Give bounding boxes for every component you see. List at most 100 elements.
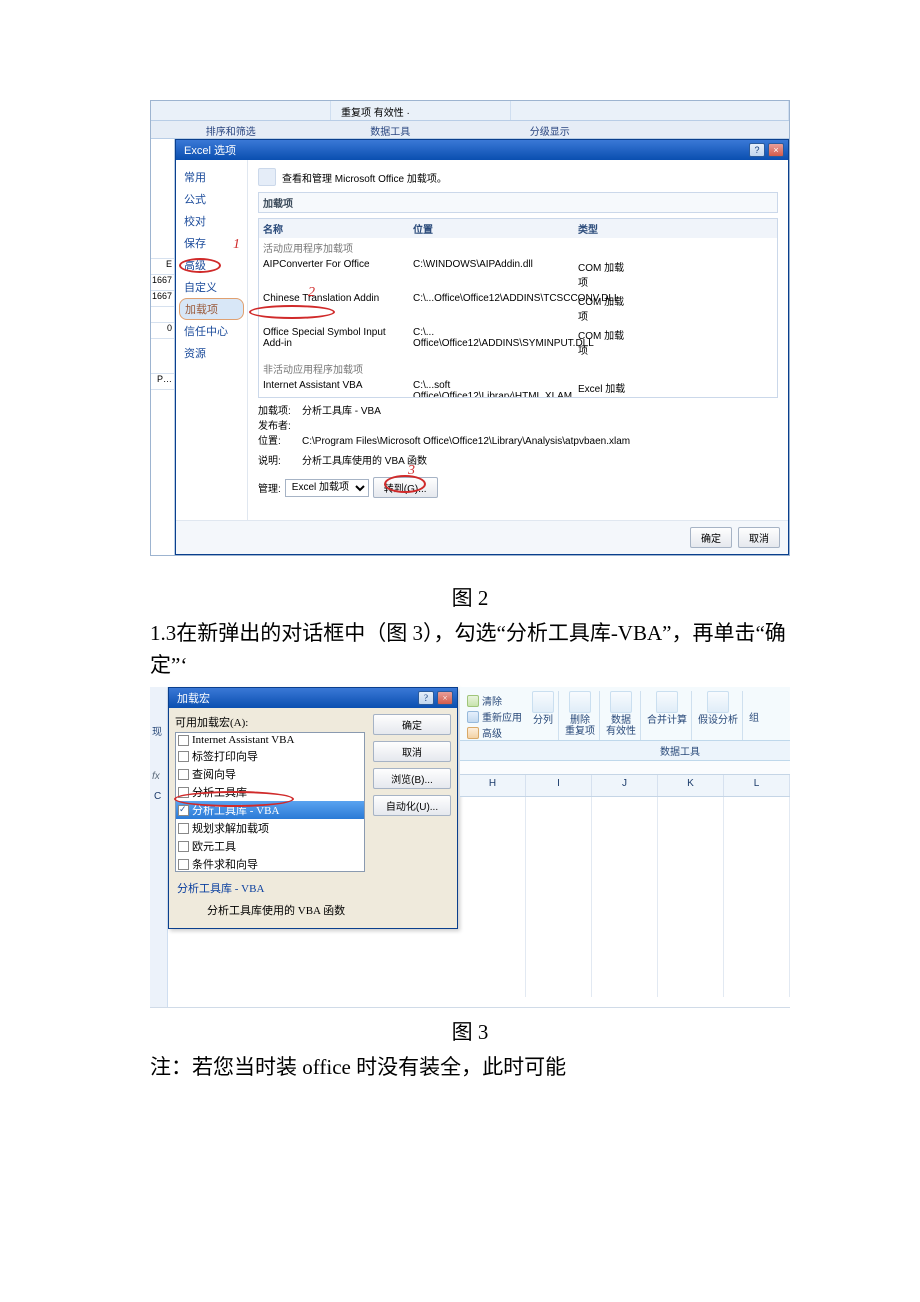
info-loc-val: C:\Program Files\Microsoft Office\Office… (302, 436, 630, 447)
row-g1-2-name[interactable]: Office Special Symbol Input Add-in (259, 325, 409, 359)
gh-k[interactable]: K (658, 775, 724, 796)
consolidate-icon[interactable] (656, 691, 678, 713)
nav-item-8[interactable]: 资源 (176, 342, 247, 364)
row-g1-1-type: COM 加载项 (574, 291, 634, 325)
row-g2-0-name[interactable]: Internet Assistant VBA (259, 378, 409, 398)
ribbon-tab-sort[interactable]: 排序和筛选 (151, 121, 311, 138)
sheet-row3 (151, 307, 174, 323)
fx-icon[interactable]: fx (152, 771, 160, 782)
tool-0[interactable]: 分列 (533, 715, 553, 726)
view-icon (258, 168, 276, 186)
note-text: 注：若您当时装 office 时没有装全，此时可能 (150, 1052, 790, 1084)
gh-j[interactable]: J (592, 775, 658, 796)
reapply-icon[interactable] (467, 711, 479, 723)
item-5[interactable]: 规划求解加载项 (192, 820, 269, 836)
nav-item-1[interactable]: 公式 (176, 188, 247, 210)
dlg2-title-bar[interactable]: 加载宏 ? × (169, 688, 457, 708)
row-g1-0-name[interactable]: AIPConverter For Office (259, 257, 409, 291)
tool-3[interactable]: 合并计算 (647, 715, 687, 726)
item-0[interactable]: Internet Assistant VBA (192, 734, 294, 746)
row-g1-0-type: COM 加载项 (574, 257, 634, 291)
ok-button[interactable]: 确定 (690, 527, 732, 548)
red-annot-1: 1 (233, 237, 240, 253)
ribbon-top-text: 重复项 有效性 · (331, 101, 511, 120)
dialog-title-bar[interactable]: Excel 选项 ? × (176, 140, 788, 160)
col-hdr-type: 类型 (574, 219, 634, 238)
datavalid-icon[interactable] (610, 691, 632, 713)
chk-0[interactable] (178, 735, 189, 746)
red-annot-2: 2 (308, 285, 315, 301)
help-button[interactable]: ? (418, 691, 434, 705)
nav-item-7[interactable]: 信任中心 (176, 320, 247, 342)
help-button[interactable]: ? (749, 143, 765, 157)
gh-l[interactable]: L (724, 775, 790, 796)
dlg2-automation-button[interactable]: 自动化(U)... (373, 795, 451, 816)
red-oval-1 (179, 258, 221, 273)
dlg2-ok-button[interactable]: 确定 (373, 714, 451, 735)
info-addin-lbl: 加载项: (258, 404, 302, 419)
manage-label: 管理: (258, 480, 281, 495)
sheet-row0: E (151, 259, 174, 275)
close-button[interactable]: × (768, 143, 784, 157)
cancel-button[interactable]: 取消 (738, 527, 780, 548)
ribbon-tab-datatools[interactable]: 数据工具 (311, 121, 471, 138)
dlg2-browse-button[interactable]: 浏览(B)... (373, 768, 451, 789)
tool-4[interactable]: 假设分析 (698, 715, 738, 726)
dialog-title: Excel 选项 (184, 142, 236, 158)
left-label: 现 (152, 723, 162, 738)
chk-6[interactable] (178, 841, 189, 852)
fig1-caption: 图 2 (150, 582, 790, 612)
sheet-row1: 1667 (151, 275, 174, 291)
dlg2-cancel-button[interactable]: 取消 (373, 741, 451, 762)
item-7[interactable]: 条件求和向导 (192, 856, 258, 872)
tool-1[interactable]: 删除 重复项 (565, 715, 595, 737)
whatif-icon[interactable] (707, 691, 729, 713)
group2-label: 非活动应用程序加载项 (259, 359, 409, 378)
chk-1[interactable] (178, 751, 189, 762)
nav-item-2[interactable]: 校对 (176, 210, 247, 232)
row-g1-2-type: COM 加载项 (574, 325, 634, 359)
ribbon-group-label: 数据工具 (550, 747, 700, 758)
stack-0[interactable]: 清除 (482, 693, 502, 708)
item-6[interactable]: 欧元工具 (192, 838, 236, 854)
item-2[interactable]: 查阅向导 (192, 766, 236, 782)
gh-i[interactable]: I (526, 775, 592, 796)
ribbon-tab-outline[interactable]: 分级显示 (470, 121, 630, 138)
desc-title: 分析工具库 - VBA (177, 880, 449, 896)
nav-item-0[interactable]: 常用 (176, 166, 247, 188)
list-label: 可用加载宏(A): (175, 714, 365, 730)
item-1[interactable]: 标签打印向导 (192, 748, 258, 764)
clear-icon[interactable] (467, 695, 479, 707)
red-oval-3 (384, 475, 426, 493)
chk-4[interactable] (178, 805, 189, 816)
sheet-row4: 0 (151, 323, 174, 339)
stack-1[interactable]: 重新应用 (482, 709, 522, 724)
tool-last[interactable]: 组 (749, 713, 759, 724)
sheet-row2: 1667 (151, 291, 174, 307)
row-g2-0-loc: C:\...soft Office\Office12\Library\HTML.… (409, 378, 574, 398)
addins-checklist[interactable]: Internet Assistant VBA 标签打印向导 查阅向导 分析工具库… (175, 732, 365, 872)
nav-item-addins[interactable]: 加载项 (179, 298, 244, 320)
chk-5[interactable] (178, 823, 189, 834)
manage-select[interactable]: Excel 加载项 (285, 479, 369, 497)
texttocols-icon[interactable] (532, 691, 554, 713)
gh-h[interactable]: H (460, 775, 526, 796)
tool-2[interactable]: 数据 有效性 (606, 715, 636, 737)
info-desc-lbl: 说明: (258, 454, 302, 469)
chk-7[interactable] (178, 859, 189, 870)
fig1-screenshot: 重复项 有效性 · 排序和筛选 数据工具 分级显示 R S T E 1667 1… (150, 100, 790, 556)
col-c-label: C (154, 791, 161, 802)
stack-2[interactable]: 高级 (482, 725, 502, 740)
removedupes-icon[interactable] (569, 691, 591, 713)
info-pub-lbl: 发布者: (258, 419, 302, 434)
nav-item-5[interactable]: 自定义 (176, 276, 247, 298)
row-g1-1-loc: C:\...Office\Office12\ADDINS\TCSCCONV.DL… (409, 291, 574, 325)
addins-list[interactable]: 名称 位置 类型 活动应用程序加载项 AIPConverter For Offi… (258, 218, 778, 398)
paragraph-1-3: 1.3在新弹出的对话框中（图 3），勾选“分析工具库-VBA”，再单击“确定”‘ (150, 618, 790, 681)
row-g1-0-loc: C:\WINDOWS\AIPAddin.dll (409, 257, 574, 291)
close-button[interactable]: × (437, 691, 453, 705)
advanced-icon[interactable] (467, 727, 479, 739)
info-loc-lbl: 位置: (258, 434, 302, 449)
red-oval-2 (249, 305, 335, 319)
chk-2[interactable] (178, 769, 189, 780)
